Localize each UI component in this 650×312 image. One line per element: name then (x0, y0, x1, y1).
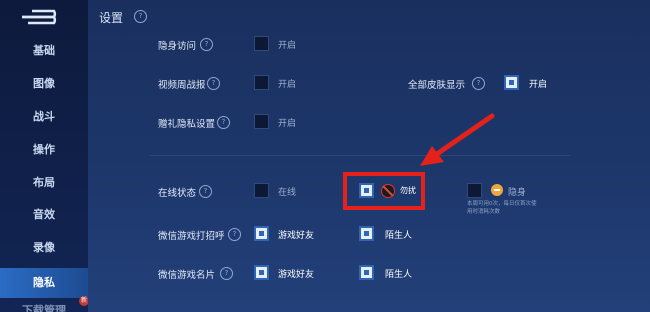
sidebar-item-controls[interactable]: 操作 (0, 137, 88, 163)
online-checkbox[interactable] (254, 183, 269, 198)
card-friends-option: 游戏好友 (278, 270, 315, 280)
sidebar-item-basic[interactable]: 基础 (0, 38, 88, 64)
sidebar-item-sound[interactable]: 音效 (0, 202, 88, 228)
arrow-icon (420, 113, 495, 166)
gift-privacy-checkbox[interactable] (254, 114, 269, 129)
sidebar-item-privacy[interactable]: 隐私 (0, 268, 88, 298)
help-icon[interactable]: ? (199, 185, 212, 198)
help-icon[interactable]: ? (228, 228, 241, 241)
stealth-note-line1: 本周可用0次，每日仅首次使 (467, 201, 537, 207)
stealth-checkbox[interactable] (467, 183, 482, 198)
help-icon[interactable]: ? (207, 77, 220, 90)
wechat-greet-label: 微信游戏打招呼 (158, 231, 225, 242)
help-icon[interactable]: ? (472, 77, 485, 90)
all-skins-option: 开启 (529, 80, 548, 90)
greet-friends-checkbox[interactable] (254, 226, 269, 241)
card-strangers-checkbox[interactable] (359, 265, 374, 280)
stealth-option: 隐身 (508, 188, 527, 198)
gift-privacy-label: 赠礼隐私设置 (158, 119, 216, 130)
gift-privacy-option: 开启 (278, 119, 297, 129)
hidden-access-checkbox[interactable] (254, 36, 269, 51)
card-strangers-option: 陌生人 (385, 270, 413, 280)
sidebar: 基础 图像 战斗 操作 布局 音效 录像 隐私 下载管理 新 (0, 0, 89, 312)
help-icon[interactable]: ? (200, 38, 213, 51)
card-friends-checkbox[interactable] (254, 265, 269, 280)
video-report-label: 视频周战报 (158, 80, 206, 91)
help-icon[interactable]: ? (217, 116, 230, 129)
greet-strangers-checkbox[interactable] (359, 226, 374, 241)
all-skins-label: 全部皮肤显示 (408, 80, 466, 91)
online-status-label: 在线状态 (158, 188, 197, 199)
wechat-card-label: 微信游戏名片 (158, 270, 216, 281)
hidden-access-label: 隐身访问 (158, 41, 197, 52)
greet-strangers-option: 陌生人 (385, 231, 413, 241)
stealth-icon (491, 184, 503, 196)
back-icon[interactable] (18, 9, 62, 25)
stealth-note-line2: 用时消耗次数 (467, 209, 501, 215)
divider (150, 155, 570, 156)
hidden-access-option: 开启 (278, 41, 297, 51)
sidebar-item-layout[interactable]: 布局 (0, 170, 88, 196)
help-icon[interactable]: ? (220, 267, 233, 280)
video-report-option: 开启 (278, 80, 297, 90)
sidebar-item-downloads[interactable]: 下载管理 (0, 300, 88, 312)
sidebar-item-combat[interactable]: 战斗 (0, 104, 88, 130)
sidebar-item-graphics[interactable]: 图像 (0, 71, 88, 97)
page-title: 设置 (99, 11, 124, 25)
greet-friends-option: 游戏好友 (278, 231, 315, 241)
sidebar-item-replay[interactable]: 录像 (0, 235, 88, 261)
online-option: 在线 (278, 188, 297, 198)
video-report-checkbox[interactable] (254, 75, 269, 90)
help-icon[interactable]: ? (134, 10, 147, 23)
all-skins-checkbox[interactable] (504, 75, 519, 90)
